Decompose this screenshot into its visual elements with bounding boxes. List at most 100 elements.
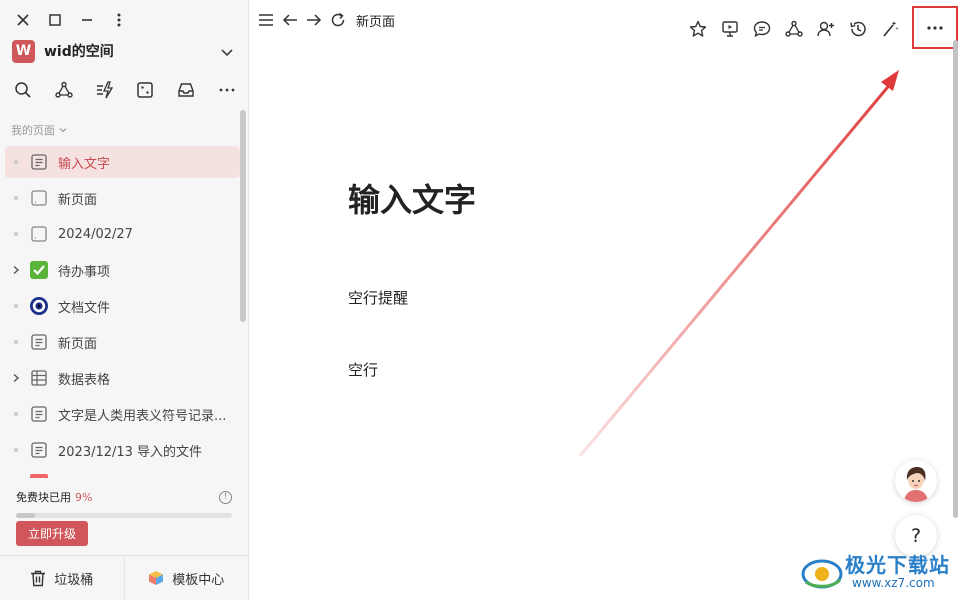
editor-scrollbar[interactable] <box>953 40 958 518</box>
doc-icon <box>29 332 49 352</box>
usage-percent: 9% <box>75 490 93 504</box>
trash-button[interactable]: 垃圾桶 <box>0 556 124 600</box>
assistant-avatar-button[interactable] <box>895 460 937 502</box>
sidebar-page-label: 2023/12/13 导入的文件 <box>58 444 203 460</box>
sidebar-page-label: 数据表格 <box>58 372 111 388</box>
window-controls <box>14 10 128 30</box>
sidebar-page-item[interactable]: 新页面 <box>5 182 240 214</box>
table-icon <box>29 368 49 388</box>
assistant-avatar-icon <box>904 467 928 502</box>
blank-page-icon <box>29 224 49 244</box>
menu-icon[interactable] <box>258 10 274 30</box>
chevron-down-icon <box>220 44 234 58</box>
sidebar-page-item[interactable]: 文档文件 <box>5 290 240 322</box>
usage-meter: 免费块已用 9% ! <box>16 489 232 518</box>
info-icon[interactable]: ! <box>219 490 232 504</box>
sidebar-page-label: 新页面 <box>58 192 98 208</box>
usage-bar <box>16 513 232 518</box>
chevron-right-icon[interactable] <box>5 265 27 275</box>
sidebar-page-item[interactable]: 2023/12/13 导入的文件 <box>5 434 240 466</box>
sidebar-page-item[interactable]: 文字是人类用表义符号记录... <box>5 398 240 430</box>
window-menu-icon[interactable] <box>110 11 128 29</box>
maximize-icon[interactable] <box>46 11 64 29</box>
doc-icon <box>29 404 49 424</box>
star-icon[interactable] <box>688 19 708 39</box>
page-list: 输入文字 新页面 2024/02/27 待办事项 文档文件 新页面 数据表格 文字是人类用表义… <box>5 146 240 470</box>
sidebar-toolbar <box>13 80 237 100</box>
usage-label: 免费块已用 <box>16 491 71 504</box>
more-horizontal-icon <box>927 25 943 30</box>
section-label-text: 我的页面 <box>11 124 55 137</box>
sidebar: W wid的空间 我的页面 输入文字 新页面 2024/02/27 待办事项 文… <box>0 0 249 600</box>
sidebar-page-item[interactable]: 数据表格 <box>5 362 240 394</box>
bullet-dot <box>5 340 27 344</box>
question-mark-icon: ? <box>910 525 922 547</box>
chevron-down-icon <box>59 128 67 133</box>
doc-icon <box>29 440 49 460</box>
trash-icon <box>31 570 46 586</box>
bullet-dot <box>5 304 27 308</box>
search-icon[interactable] <box>13 80 33 100</box>
upgrade-button[interactable]: 立即升级 <box>16 521 88 546</box>
refresh-icon[interactable] <box>330 10 346 30</box>
sidebar-page-label: 输入文字 <box>58 156 111 172</box>
forward-arrow-icon[interactable] <box>306 10 322 30</box>
graph-view-icon[interactable] <box>784 19 804 39</box>
sidebar-page-item[interactable]: 2024/02/27 <box>5 218 240 250</box>
more-horizontal-icon[interactable] <box>217 80 237 100</box>
bullet-dot <box>5 448 27 452</box>
editor-topbar: 新页面 <box>249 0 960 49</box>
watermark-brand: 极光下载站 <box>845 553 950 577</box>
bullet-dot <box>5 160 27 164</box>
section-my-pages[interactable]: 我的页面 <box>11 122 68 138</box>
inbox-icon[interactable] <box>176 80 196 100</box>
close-icon[interactable] <box>14 11 32 29</box>
template-cube-icon <box>149 571 164 585</box>
site-watermark: 极光下载站 www.xz7.com <box>800 548 956 596</box>
trash-label: 垃圾桶 <box>54 572 94 588</box>
ai-magic-wand-icon[interactable] <box>880 19 900 39</box>
workspace-name: wid的空间 <box>44 44 114 60</box>
sidebar-scrollbar[interactable] <box>240 110 246 322</box>
sidebar-page-item[interactable]: 输入文字 <box>5 146 240 178</box>
quick-actions-icon[interactable] <box>95 80 115 100</box>
sidebar-page-label: 文字是人类用表义符号记录... <box>58 408 227 424</box>
graph-icon[interactable] <box>54 80 74 100</box>
sidebar-page-label: 待办事项 <box>58 264 111 280</box>
page-title[interactable]: 输入文字 <box>348 175 476 221</box>
back-arrow-icon[interactable] <box>282 10 298 30</box>
partial-list-item-icon <box>30 474 48 478</box>
blank-page-icon <box>29 188 49 208</box>
workspace-switcher[interactable]: W wid的空间 <box>12 38 234 64</box>
usage-bar-fill <box>16 513 36 518</box>
sidebar-page-label: 新页面 <box>58 336 98 352</box>
random-page-icon[interactable] <box>135 80 155 100</box>
template-center-button[interactable]: 模板中心 <box>123 556 249 600</box>
text-block[interactable]: 空行提醒 <box>348 287 408 308</box>
add-collaborator-icon[interactable] <box>816 19 836 39</box>
template-center-label: 模板中心 <box>172 572 225 588</box>
bullet-dot <box>5 196 27 200</box>
comment-icon[interactable] <box>752 19 772 39</box>
presentation-icon[interactable] <box>720 19 740 39</box>
arrow-head <box>881 70 899 91</box>
workspace-avatar: W <box>12 39 35 63</box>
more-options-button[interactable] <box>912 6 958 49</box>
sidebar-page-label: 2024/02/27 <box>58 226 133 242</box>
text-block[interactable]: 空行 <box>348 359 378 380</box>
app-window: W wid的空间 我的页面 输入文字 新页面 2024/02/27 待办事项 文… <box>0 0 960 600</box>
history-icon[interactable] <box>848 19 868 39</box>
sidebar-footer: 垃圾桶 模板中心 <box>0 555 248 600</box>
chevron-right-icon[interactable] <box>5 373 27 383</box>
bullet-dot <box>5 232 27 236</box>
breadcrumb-page-title[interactable]: 新页面 <box>356 11 395 30</box>
watermark-logo-icon <box>801 559 843 589</box>
sidebar-page-item[interactable]: 待办事项 <box>5 254 240 286</box>
sidebar-page-label: 文档文件 <box>58 300 111 316</box>
sidebar-page-item[interactable]: 新页面 <box>5 326 240 358</box>
watermark-url: www.xz7.com <box>852 576 935 590</box>
eye-circle-icon <box>29 296 49 316</box>
green-checkbox-icon <box>29 260 49 280</box>
minimize-icon[interactable] <box>78 11 96 29</box>
arrow-shaft <box>578 81 894 457</box>
